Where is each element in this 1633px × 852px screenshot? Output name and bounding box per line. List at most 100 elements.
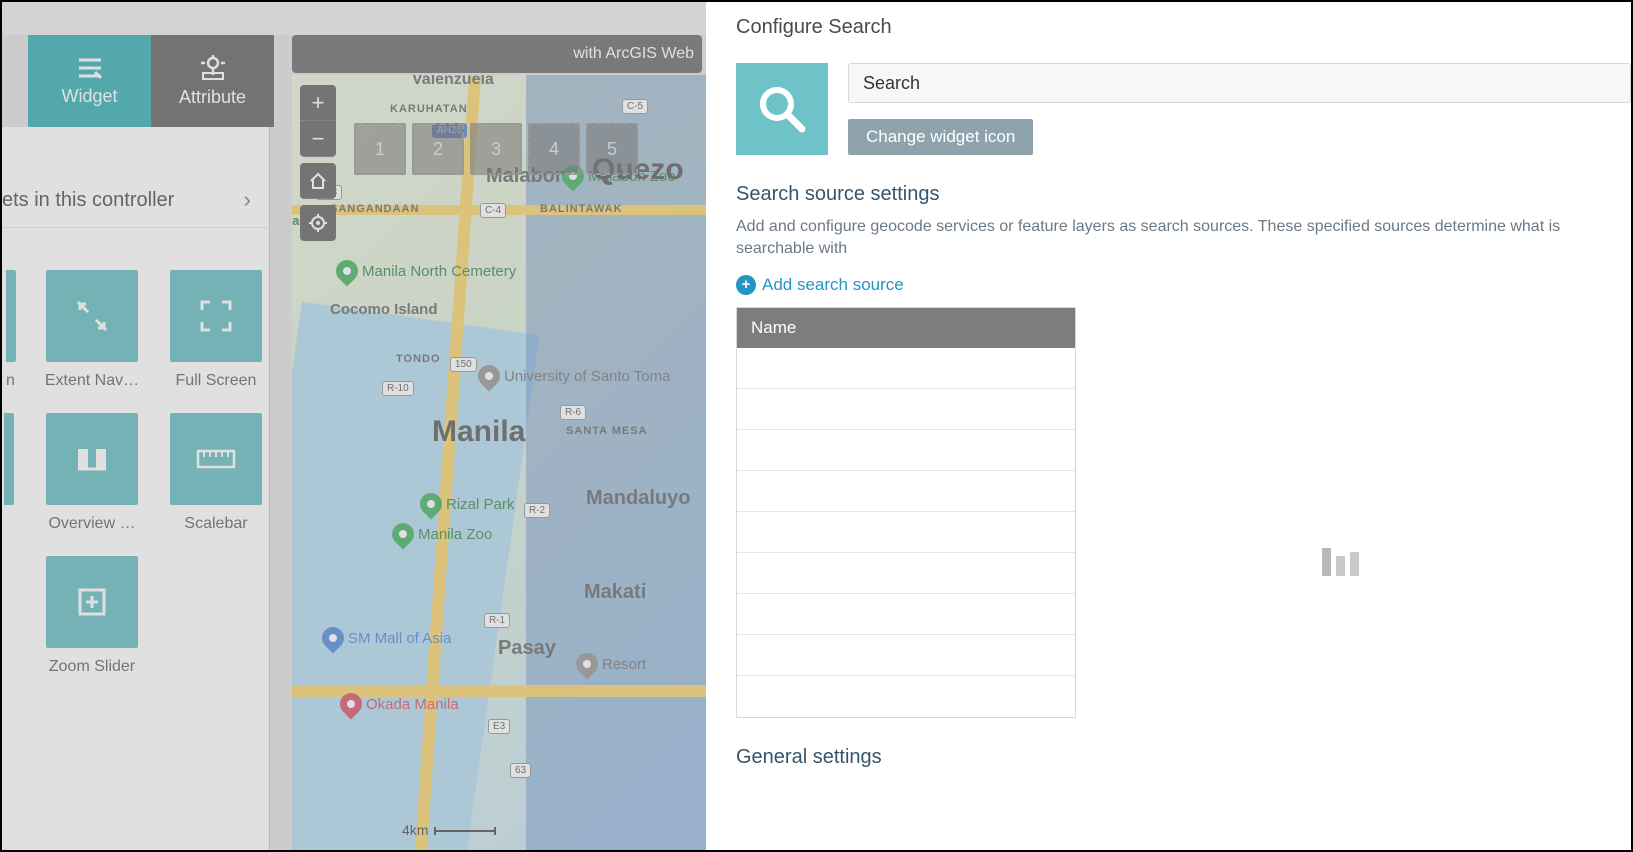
map-canvas[interactable]: Valenzuela KARUHATAN Malabon Malabon Zoo… bbox=[292, 75, 706, 850]
locate-icon bbox=[308, 213, 328, 233]
map-label: Makati bbox=[584, 581, 646, 604]
widget-item-extent-navigate[interactable]: Extent Nav… bbox=[44, 270, 140, 391]
table-row[interactable] bbox=[737, 389, 1075, 430]
scalebar-icon bbox=[170, 413, 262, 505]
widget-tile-fragment bbox=[6, 270, 16, 362]
widget-item-fragment-3 bbox=[2, 556, 16, 676]
map-shield: 150 bbox=[450, 357, 477, 372]
plus-circle-icon: + bbox=[736, 275, 756, 295]
widget-item-fragment-2[interactable] bbox=[2, 413, 16, 534]
widget-item-overview[interactable]: Overview … bbox=[44, 413, 140, 534]
map-placeholder-5[interactable]: 5 bbox=[586, 123, 638, 175]
search-source-table: Name bbox=[736, 307, 1076, 718]
table-row[interactable] bbox=[737, 553, 1075, 594]
map-poi: SM Mall of Asia bbox=[322, 627, 451, 649]
map-label: TONDO bbox=[396, 353, 441, 365]
widget-label-scalebar: Scalebar bbox=[184, 515, 247, 533]
tab-attribute-label: Attribute bbox=[179, 87, 246, 108]
configure-search-panel: Configure Search Change widget icon Sear… bbox=[708, 2, 1631, 850]
map-poi: Manila North Cemetery bbox=[336, 260, 516, 282]
map-shield: 63 bbox=[510, 763, 531, 778]
add-search-source-link[interactable]: + Add search source bbox=[736, 275, 1631, 295]
map-widget-placeholders: 1 2 3 4 5 bbox=[354, 123, 638, 175]
map-shield: R-2 bbox=[524, 503, 550, 518]
tab-widget-label: Widget bbox=[61, 86, 117, 107]
map-shield: R-1 bbox=[484, 613, 510, 628]
table-header-name: Name bbox=[737, 308, 1075, 348]
widget-item-scalebar[interactable]: Scalebar bbox=[168, 413, 264, 534]
search-icon bbox=[755, 82, 809, 136]
search-source-settings-desc: Add and configure geocode services or fe… bbox=[736, 216, 1631, 261]
map-placeholder-1[interactable]: 1 bbox=[354, 123, 406, 175]
widget-name-input[interactable] bbox=[848, 63, 1631, 103]
left-widget-panel: ets in this controller › n Extent Nav… F… bbox=[2, 127, 270, 850]
map-label: KARUHATAN bbox=[390, 103, 468, 115]
map-shield: R-10 bbox=[382, 381, 414, 396]
map-placeholder-4[interactable]: 4 bbox=[528, 123, 580, 175]
map-poi: Resort bbox=[576, 653, 646, 675]
map-label: BALINTAWAK bbox=[540, 203, 623, 215]
widget-label-overview: Overview … bbox=[48, 515, 135, 533]
general-settings-title: General settings bbox=[736, 746, 1631, 769]
widget-label-fullscreen: Full Screen bbox=[176, 372, 257, 390]
table-row[interactable] bbox=[737, 430, 1075, 471]
widget-tile-fragment-2 bbox=[4, 413, 14, 505]
map-label-manila: Manila bbox=[432, 415, 525, 449]
overview-icon bbox=[46, 413, 138, 505]
table-row[interactable] bbox=[737, 348, 1075, 389]
app-top-strip bbox=[2, 2, 706, 35]
map-shield: E3 bbox=[488, 719, 510, 734]
map-poi: Manila Zoo bbox=[392, 523, 492, 545]
table-row[interactable] bbox=[737, 594, 1075, 635]
map-poi: Okada Manila bbox=[340, 693, 459, 715]
map-controls: + − bbox=[300, 85, 336, 241]
map-label: Cocomo Island bbox=[330, 301, 438, 318]
map-placeholder-2[interactable]: 2 bbox=[412, 123, 464, 175]
map-layer-overlay bbox=[526, 75, 706, 850]
map-header-text: with ArcGIS Web bbox=[573, 45, 694, 63]
controller-section-label: ets in this controller bbox=[2, 189, 174, 212]
widget-icon bbox=[75, 56, 105, 80]
table-row[interactable] bbox=[737, 512, 1075, 553]
widget-label-extent: Extent Nav… bbox=[45, 372, 139, 390]
map-shield: C-5 bbox=[622, 99, 648, 114]
widget-item-zoom-slider[interactable]: Zoom Slider bbox=[44, 556, 140, 676]
widget-label-fragment: n bbox=[6, 372, 16, 391]
map-scale: 4km bbox=[402, 822, 496, 838]
map-poi: Rizal Park bbox=[420, 493, 514, 515]
widget-label-zoom-slider: Zoom Slider bbox=[49, 658, 135, 676]
home-icon bbox=[308, 171, 328, 191]
widget-grid: n Extent Nav… Full Screen bbox=[2, 270, 269, 676]
map-poi: University of Santo Toma bbox=[478, 365, 670, 387]
table-row[interactable] bbox=[737, 676, 1075, 717]
map-label: SANGANDAAN bbox=[330, 203, 419, 215]
map-label: Valenzuela bbox=[412, 75, 494, 89]
zoom-out-button[interactable]: − bbox=[300, 121, 336, 157]
table-row[interactable] bbox=[737, 471, 1075, 512]
map-label: Pasay bbox=[498, 637, 556, 660]
change-widget-icon-button[interactable]: Change widget icon bbox=[848, 119, 1033, 155]
map-shield: C-4 bbox=[480, 203, 506, 218]
zoom-slider-icon bbox=[46, 556, 138, 648]
panel-title: Configure Search bbox=[736, 16, 1631, 39]
tab-attribute[interactable]: Attribute bbox=[151, 35, 274, 127]
chevron-right-icon: › bbox=[244, 187, 251, 213]
home-button[interactable] bbox=[300, 163, 336, 199]
map-label: SANTA MESA bbox=[566, 425, 648, 437]
locate-button[interactable] bbox=[300, 205, 336, 241]
search-source-settings-title: Search source settings bbox=[736, 183, 1631, 206]
map-header-bar: with ArcGIS Web bbox=[292, 35, 702, 73]
attribute-icon bbox=[199, 55, 227, 81]
widget-item-fragment[interactable]: n bbox=[2, 270, 16, 391]
controller-section-row[interactable]: ets in this controller › bbox=[2, 173, 269, 228]
zoom-in-button[interactable]: + bbox=[300, 85, 336, 121]
fullscreen-icon bbox=[170, 270, 262, 362]
extent-navigate-icon bbox=[46, 270, 138, 362]
map-label: Mandaluyo bbox=[586, 487, 690, 510]
add-search-source-label: Add search source bbox=[762, 275, 904, 295]
widget-item-fullscreen[interactable]: Full Screen bbox=[168, 270, 264, 391]
table-row[interactable] bbox=[737, 635, 1075, 676]
map-shield: R-6 bbox=[560, 405, 586, 420]
map-placeholder-3[interactable]: 3 bbox=[470, 123, 522, 175]
tab-widget[interactable]: Widget bbox=[28, 35, 151, 127]
